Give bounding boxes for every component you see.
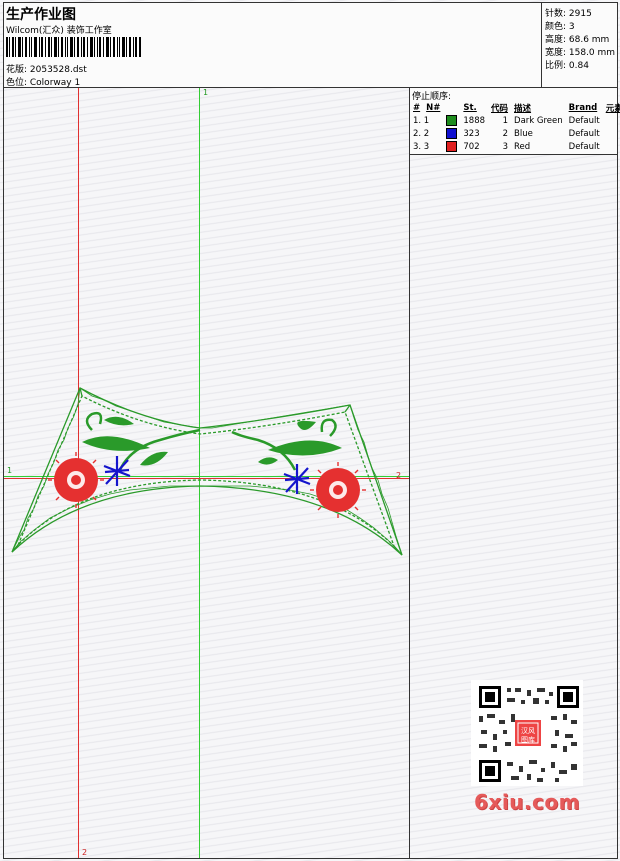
right-flower	[310, 462, 366, 518]
svg-text:图库: 图库	[521, 735, 535, 744]
left-star	[103, 456, 131, 486]
svg-text:汉风: 汉风	[521, 727, 535, 735]
left-flower	[48, 452, 104, 508]
watermark-logo: 6xiu.com	[474, 790, 580, 814]
right-star	[283, 464, 311, 494]
qr-code: 汉风 图库	[471, 680, 583, 786]
right-leaves	[258, 420, 342, 465]
qr-icon: 汉风 图库	[479, 686, 579, 782]
